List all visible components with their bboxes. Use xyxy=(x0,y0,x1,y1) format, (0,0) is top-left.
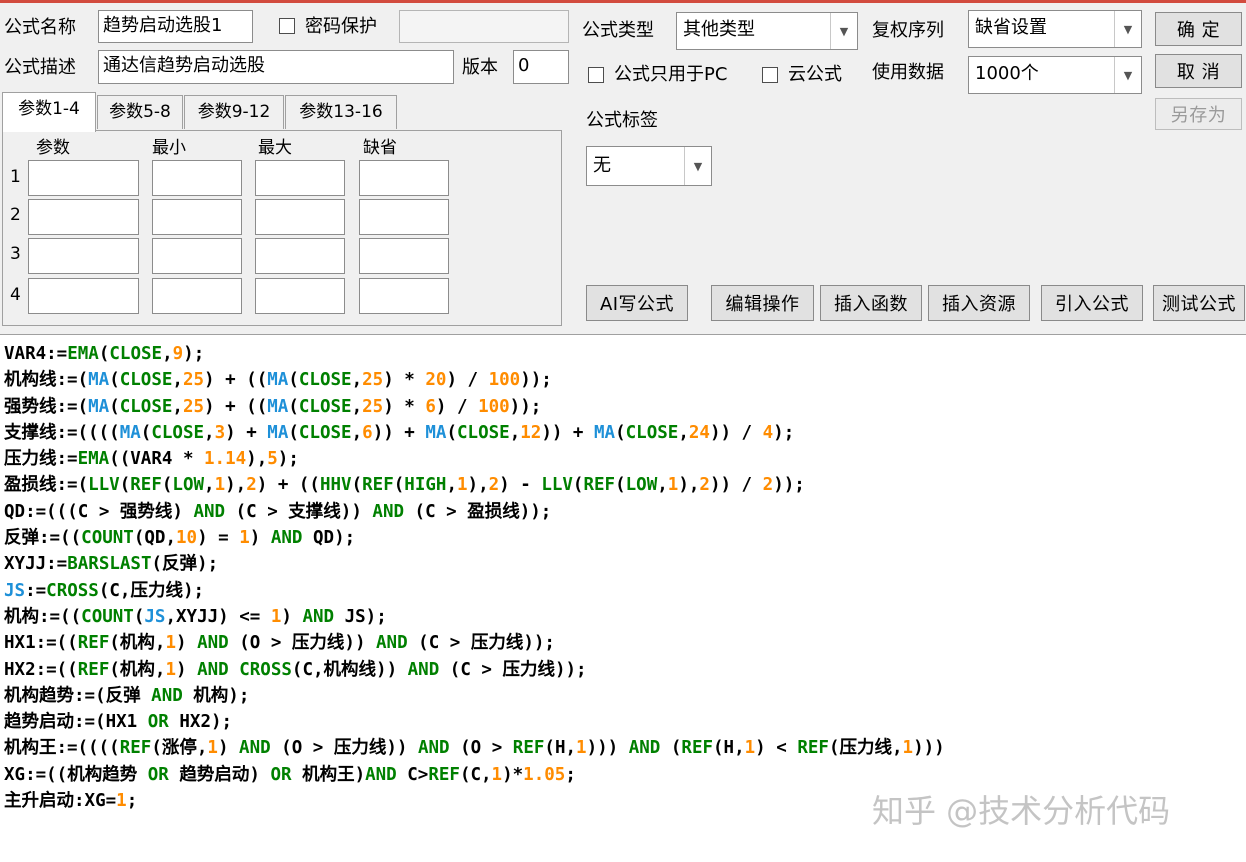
code-line: HX1:=((REF(机构,1) AND (O > 压力线)) AND (C >… xyxy=(4,633,555,654)
code-line: 支撑线:=((((MA(CLOSE,3) + MA(CLOSE,6)) + MA… xyxy=(4,422,795,443)
formula-name-label: 公式名称 xyxy=(4,17,76,38)
cancel-button[interactable]: 取 消 xyxy=(1155,54,1242,88)
formula-name-input[interactable]: 趋势启动选股1 xyxy=(98,10,253,43)
param-max-input[interactable] xyxy=(255,238,345,274)
param-max-input[interactable] xyxy=(255,278,345,314)
code-line: 机构趋势:=(反弹 AND 机构); xyxy=(4,685,250,706)
param-name-input[interactable] xyxy=(28,160,139,196)
rights-series-select[interactable]: 缺省设置 ▼ xyxy=(968,10,1142,48)
chevron-down-icon[interactable]: ▼ xyxy=(830,13,857,49)
formula-desc-input[interactable]: 通达信趋势启动选股 xyxy=(98,50,454,84)
tab-params-13-16[interactable]: 参数13-16 xyxy=(285,95,397,129)
edit-operations-button[interactable]: 编辑操作 xyxy=(711,285,814,321)
code-line: 盈损线:=(LLV(REF(LOW,1),2) + ((HHV(REF(HIGH… xyxy=(4,475,805,496)
password-input[interactable] xyxy=(399,10,569,43)
watermark: 知乎 @技术分析代码 xyxy=(872,792,1171,830)
formula-code[interactable]: VAR4:=EMA(CLOSE,9); 机构线:=(MA(CLOSE,25) +… xyxy=(4,341,945,814)
param-min-input[interactable] xyxy=(152,199,242,235)
ok-button[interactable]: 确 定 xyxy=(1155,12,1242,46)
param-row-number: 1 xyxy=(10,167,21,187)
formula-tag-select[interactable]: 无 ▼ xyxy=(586,146,712,186)
param-max-input[interactable] xyxy=(255,199,345,235)
param-default-input[interactable] xyxy=(359,238,449,274)
param-row-number: 3 xyxy=(10,244,21,264)
tab-params-1-4[interactable]: 参数1-4 xyxy=(2,92,96,132)
param-default-input[interactable] xyxy=(359,199,449,235)
pc-only-checkbox[interactable] xyxy=(588,67,604,83)
code-line: 趋势启动:=(HX1 OR HX2); xyxy=(4,712,233,733)
param-row-number: 2 xyxy=(10,205,21,225)
code-line: 机构:=((COUNT(JS,XYJJ) <= 1) AND JS); xyxy=(4,606,387,627)
code-line: 机构线:=(MA(CLOSE,25) + ((MA(CLOSE,25) * 20… xyxy=(4,370,552,391)
code-line: HX2:=((REF(机构,1) AND CROSS(C,机构线)) AND (… xyxy=(4,659,587,680)
tab-params-9-12[interactable]: 参数9-12 xyxy=(184,95,284,129)
pc-only-label: 公式只用于PC xyxy=(614,64,728,85)
param-default-input[interactable] xyxy=(359,160,449,196)
code-line: VAR4:=EMA(CLOSE,9); xyxy=(4,344,205,364)
param-min-input[interactable] xyxy=(152,238,242,274)
param-name-input[interactable] xyxy=(28,278,139,314)
rights-series-label: 复权序列 xyxy=(872,20,944,41)
code-line: XYJJ:=BARSLAST(反弹); xyxy=(4,554,219,575)
param-max-input[interactable] xyxy=(255,160,345,196)
password-protect-label: 密码保护 xyxy=(305,16,377,37)
param-header-max: 最大 xyxy=(258,138,292,158)
param-header-name: 参数 xyxy=(36,138,70,158)
code-line: 机构王:=((((REF(涨停,1) AND (O > 压力线)) AND (O… xyxy=(4,738,945,759)
formula-type-value: 其他类型 xyxy=(683,19,755,40)
cloud-formula-checkbox[interactable] xyxy=(762,67,778,83)
param-default-input[interactable] xyxy=(359,278,449,314)
param-row-number: 4 xyxy=(10,285,21,305)
use-data-select[interactable]: 1000个 ▼ xyxy=(968,56,1142,94)
test-formula-button[interactable]: 测试公式 xyxy=(1153,285,1245,321)
version-label: 版本 xyxy=(462,57,498,78)
param-header-default: 缺省 xyxy=(363,138,397,158)
code-line: 强势线:=(MA(CLOSE,25) + ((MA(CLOSE,25) * 6)… xyxy=(4,396,542,417)
code-line: JS:=CROSS(C,压力线); xyxy=(4,580,205,601)
insert-resource-button[interactable]: 插入资源 xyxy=(928,285,1030,321)
code-line: 压力线:=EMA((VAR4 * 1.14),5); xyxy=(4,449,299,470)
tab-params-5-8[interactable]: 参数5-8 xyxy=(97,95,183,129)
rights-series-value: 缺省设置 xyxy=(975,17,1047,38)
param-name-input[interactable] xyxy=(28,238,139,274)
chevron-down-icon[interactable]: ▼ xyxy=(684,147,711,185)
formula-tag-value: 无 xyxy=(593,155,611,176)
ai-write-formula-button[interactable]: AI写公式 xyxy=(586,285,688,321)
version-input[interactable]: 0 xyxy=(513,50,569,84)
formula-code-editor[interactable]: VAR4:=EMA(CLOSE,9); 机构线:=(MA(CLOSE,25) +… xyxy=(0,334,1246,862)
formula-type-label: 公式类型 xyxy=(582,20,654,41)
formula-desc-label: 公式描述 xyxy=(4,57,76,78)
save-as-button[interactable]: 另存为 xyxy=(1155,98,1242,130)
use-data-label: 使用数据 xyxy=(872,62,944,83)
title-accent-bar xyxy=(0,0,1246,3)
code-line: QD:=(((C > 强势线) AND (C > 支撑线)) AND (C > … xyxy=(4,501,552,522)
code-line: 反弹:=((COUNT(QD,10) = 1) AND QD); xyxy=(4,528,356,549)
param-name-input[interactable] xyxy=(28,199,139,235)
use-data-value: 1000个 xyxy=(975,63,1039,84)
chevron-down-icon[interactable]: ▼ xyxy=(1114,11,1141,47)
import-formula-button[interactable]: 引入公式 xyxy=(1041,285,1143,321)
code-line: XG:=((机构趋势 OR 趋势启动) OR 机构王)AND C>REF(C,1… xyxy=(4,764,576,785)
code-line: 主升启动:XG=1; xyxy=(4,791,138,812)
chevron-down-icon[interactable]: ▼ xyxy=(1114,57,1141,93)
insert-function-button[interactable]: 插入函数 xyxy=(820,285,922,321)
formula-type-select[interactable]: 其他类型 ▼ xyxy=(676,12,858,50)
param-min-input[interactable] xyxy=(152,278,242,314)
cloud-formula-label: 云公式 xyxy=(788,64,842,85)
param-min-input[interactable] xyxy=(152,160,242,196)
formula-tag-label: 公式标签 xyxy=(586,110,658,131)
param-header-min: 最小 xyxy=(152,138,186,158)
password-protect-checkbox[interactable] xyxy=(279,18,295,34)
